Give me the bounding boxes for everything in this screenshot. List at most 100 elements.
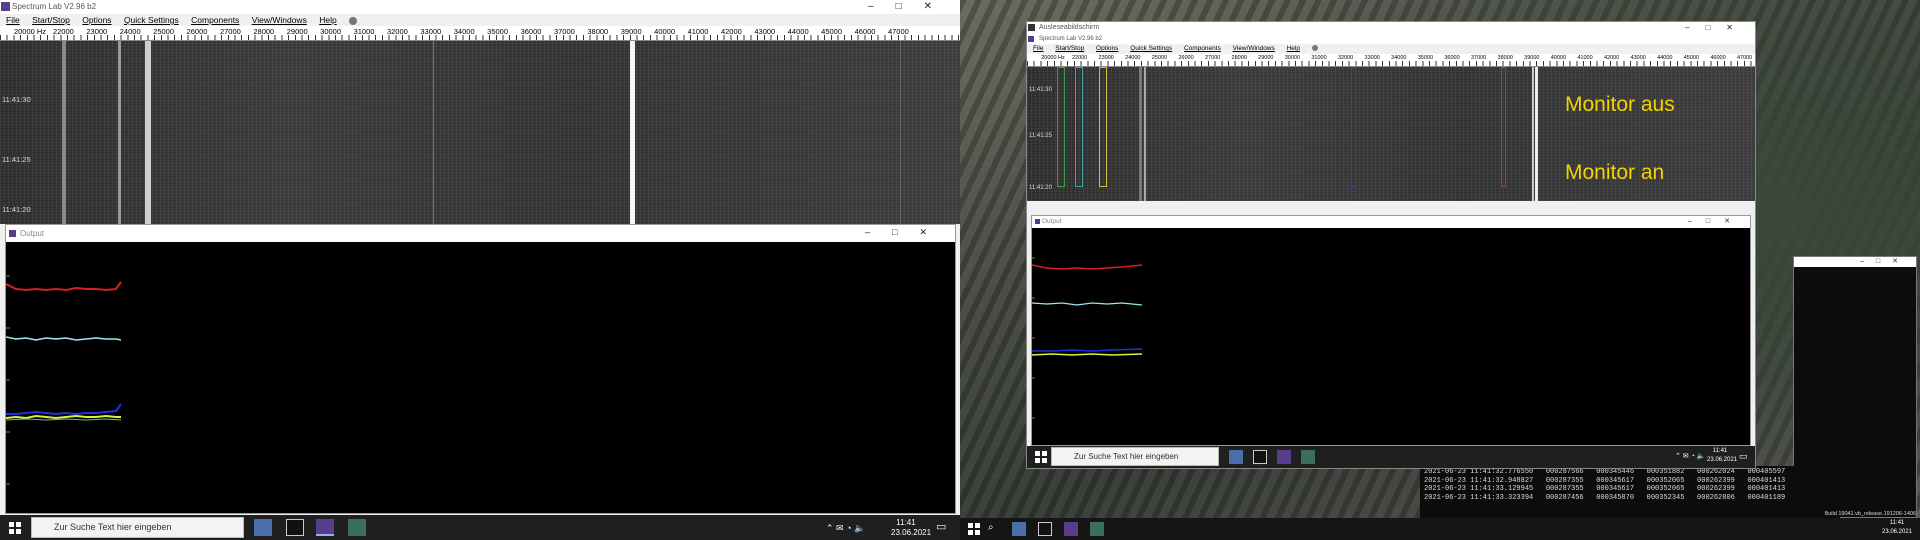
search-placeholder: Zur Suche Text hier eingeben — [54, 522, 172, 532]
remote-notification-icon[interactable]: ▭ — [1739, 451, 1748, 461]
trace-blue — [6, 403, 122, 416]
windows-start-icon[interactable] — [9, 522, 21, 534]
frequency-tick-label: 36000 — [1444, 55, 1460, 61]
frequency-tick-label: 28000 — [1231, 55, 1247, 61]
taskbar-search-input[interactable]: Zur Suche Text hier eingeben — [31, 517, 244, 538]
remote-clock-date: 23.06.2021 — [1707, 457, 1738, 463]
marker-box-green — [1057, 67, 1065, 187]
menu-start-stop[interactable]: Start/Stop — [32, 15, 70, 25]
window-controls[interactable]: –□✕ — [868, 0, 954, 14]
frequency-tick-label: 43000 — [754, 27, 776, 36]
waterfall-display[interactable]: 11:41:30 11:41:25 11:41:20 — [0, 41, 960, 224]
app-title: Spectrum Lab V2.96 b2 — [12, 2, 97, 11]
remote-timestamp: 11:41:30 — [1029, 87, 1052, 93]
frequency-tick-label: 31000 — [1311, 55, 1327, 61]
menu-quick-settings[interactable]: Quick Settings — [124, 15, 179, 25]
menu-file[interactable]: File — [6, 15, 20, 25]
frequency-tick-label: 35000 — [1417, 55, 1434, 61]
remote-spectrum-icon — [1028, 36, 1034, 42]
frequency-tick-label: 29000 — [1258, 55, 1274, 61]
frequency-tick-label: 33000 — [1364, 55, 1380, 61]
remote-start-icon[interactable] — [1035, 451, 1047, 463]
frequency-tick-label: 20000 Hz — [13, 27, 47, 36]
frequency-tick-label: 26000 — [186, 27, 208, 36]
signal-line — [145, 41, 151, 224]
clock[interactable]: 11:41 23.06.2021 — [891, 518, 931, 538]
remote-search-input[interactable]: Zur Suche Text hier eingeben — [1051, 447, 1219, 466]
marker-box-red — [1501, 67, 1506, 187]
frequency-tick-label: 22000 — [1071, 55, 1088, 61]
notification-icon[interactable]: ▭ — [936, 522, 946, 533]
remote-clock-time: 11:41 — [1712, 448, 1728, 454]
desktop-clock[interactable]: 11:41 23.06.2021 — [1878, 519, 1916, 537]
desktop-clock-date: 23.06.2021 — [1881, 529, 1913, 535]
frequency-tick-label: 23000 — [86, 27, 108, 36]
remote-desktop-icon[interactable] — [1301, 450, 1315, 464]
frequency-scale[interactable]: 20000 Hz 22000 23000 24000 25000 26000 27000 28… — [0, 26, 960, 41]
menubar: File Start/Stop Options Quick Settings C… — [0, 14, 960, 26]
remote-calculator-icon[interactable] — [1229, 450, 1243, 464]
frequency-tick-label: 20000 Hz — [1041, 55, 1065, 61]
trace-yellow — [5, 414, 121, 420]
frequency-tick-label: 41000 — [1577, 55, 1593, 61]
tray-icons[interactable]: ⌃ ✉ ◔ 🔈 — [826, 523, 865, 533]
signal-line — [1535, 67, 1538, 201]
output-title: Output — [20, 229, 45, 238]
frequency-tick-label: 44000 — [1657, 55, 1673, 61]
menu-components[interactable]: Components — [191, 15, 239, 25]
frequency-tick-label: 36000 — [520, 27, 542, 36]
remote-menubar: File Start/Stop Options Quick Settings C… — [1027, 44, 1755, 54]
remote-window-controls[interactable]: –□✕ — [1685, 22, 1749, 34]
remote-tray-icons[interactable]: ⌃ ✉ ◔ 🔈 — [1675, 452, 1706, 462]
remote-terminal-icon[interactable] — [1253, 450, 1267, 464]
search-icon[interactable]: ⌕ — [988, 523, 994, 533]
remote-menu-start-stop[interactable]: Start/Stop — [1055, 45, 1084, 52]
remote-output-window: Output –□✕ — [1031, 215, 1751, 446]
console-line: 2021-06-23 11:41:33.129945 000287355 000… — [1424, 485, 1786, 493]
output-window-icon — [9, 230, 16, 237]
annotation-monitor-on: Monitor an — [1565, 161, 1665, 184]
frequency-tick-label: 32000 — [386, 27, 408, 36]
desktop-calculator-icon[interactable] — [1012, 522, 1026, 536]
status-dot-icon[interactable] — [349, 16, 358, 25]
frequency-tick-label: 42000 — [720, 27, 742, 36]
desktop-terminal-icon[interactable] — [1038, 522, 1052, 536]
trace-red — [5, 281, 122, 292]
menu-options[interactable]: Options — [82, 15, 111, 25]
signal-line — [1532, 67, 1534, 201]
remote-waterfall-display[interactable]: 11:41:30 11:41:25 11:41:20 Monitor aus M… — [1027, 67, 1755, 201]
terminal-icon[interactable] — [286, 519, 304, 536]
remote-desktop-icon[interactable] — [348, 519, 366, 536]
frequency-tick-label: 28000 — [253, 27, 275, 36]
remote-menu-quick-settings[interactable]: Quick Settings — [1130, 45, 1172, 52]
frequency-tick-label: 45000 — [821, 27, 843, 36]
signal-line — [62, 41, 66, 224]
menu-help[interactable]: Help — [319, 15, 336, 25]
remote-trace-cyan — [1031, 302, 1143, 306]
timestamp-label: 11:41:30 — [2, 95, 31, 104]
desktop-spectrum-lab-icon[interactable] — [1064, 522, 1078, 536]
app-titlebar: Spectrum Lab V2.96 b2 –□✕ — [0, 0, 960, 14]
remote-output-plot — [1031, 257, 1143, 419]
remote-menu-options[interactable]: Options — [1096, 45, 1118, 52]
frequency-tick-label: 22000 — [52, 27, 74, 36]
remote-output-controls[interactable]: –□✕ — [1688, 216, 1744, 228]
remote-spectrum-lab-icon[interactable] — [1277, 450, 1291, 464]
desktop-remote-icon[interactable] — [1090, 522, 1104, 536]
remote-status-dot-icon[interactable] — [1311, 45, 1318, 52]
menu-view-windows[interactable]: View/Windows — [252, 15, 307, 25]
output-titlebar: Output –□✕ — [6, 225, 955, 242]
calculator-icon[interactable] — [254, 519, 272, 536]
desktop-start-icon[interactable] — [968, 523, 980, 535]
frequency-tick-label: 29000 — [286, 27, 308, 36]
remote-menu-help[interactable]: Help — [1287, 45, 1300, 52]
remote-menu-view-windows[interactable]: View/Windows — [1233, 45, 1275, 52]
spectrum-lab-icon[interactable] — [316, 519, 334, 536]
remote-menu-file[interactable]: File — [1033, 45, 1043, 52]
remote-frequency-scale[interactable]: 20000 Hz 22000 23000 24000 25000 26000 27000 28… — [1027, 54, 1755, 67]
signal-line — [1144, 67, 1146, 201]
remote-menu-components[interactable]: Components — [1184, 45, 1221, 52]
output-window-controls[interactable]: –□✕ — [865, 225, 949, 239]
remote-clock[interactable]: 11:41 23.06.2021 — [1707, 447, 1738, 465]
marker-box-cyan — [1075, 67, 1083, 187]
